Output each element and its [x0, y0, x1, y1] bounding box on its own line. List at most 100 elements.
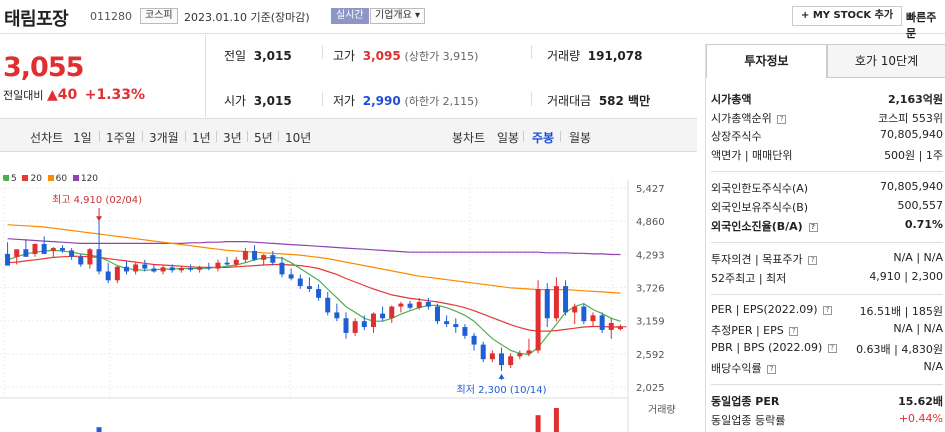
period-5y[interactable]: 5년	[254, 129, 273, 146]
period-3y[interactable]: 3년	[223, 129, 242, 146]
candle-body	[389, 306, 395, 319]
company-info-label: 기업개요	[375, 10, 412, 21]
candle-body	[343, 318, 349, 333]
candle-body	[517, 353, 523, 357]
volume-bar	[96, 427, 102, 432]
price-chart[interactable]: 5,427 4,860 4,293 3,726 3,159 2,592 2,025 거래량 최고…	[0, 180, 697, 432]
stock-code: 011280	[90, 10, 132, 23]
candle-body	[599, 315, 605, 330]
help-icon[interactable]: ?	[777, 114, 787, 124]
candle-body	[553, 286, 559, 319]
candle-body	[425, 301, 431, 307]
row-est-per: 추정PER | EPS ? N/A | N/A	[711, 322, 943, 337]
candle-body	[279, 262, 285, 275]
row-opinion: 투자의견 | 목표주가 ? N/A | N/A	[711, 251, 943, 266]
realtime-button[interactable]: 실시간	[331, 8, 369, 24]
candle-monthly[interactable]: 월봉	[569, 129, 591, 146]
help-icon[interactable]: ?	[767, 364, 777, 374]
market-badge: 코스피	[140, 8, 178, 24]
candle-weekly[interactable]: 주봉	[532, 129, 554, 146]
change-label: 전일대비	[3, 89, 44, 102]
help-icon[interactable]: ?	[808, 222, 818, 232]
period-10y[interactable]: 10년	[285, 129, 311, 146]
row-52week: 52주최고 | 최저 4,910 | 2,300	[711, 270, 943, 285]
y-tick-label: 2,025	[636, 383, 665, 394]
candle-body	[407, 303, 413, 308]
help-icon[interactable]: ?	[827, 343, 837, 353]
candle-body	[14, 249, 20, 257]
candle-daily[interactable]: 일봉	[497, 129, 519, 146]
candle-body	[590, 315, 596, 322]
price-change: 전일대비 ▲40 +1.33%	[3, 87, 145, 103]
candle-body	[316, 289, 322, 298]
y-tick-label: 3,726	[636, 284, 665, 295]
period-1d[interactable]: 1일	[73, 129, 92, 146]
candle-body	[398, 303, 404, 307]
candle-body	[178, 267, 184, 271]
candle-body	[480, 344, 486, 360]
volume-bar	[553, 408, 559, 432]
high-price: 고가 3,095 (상한가 3,915)	[333, 49, 479, 63]
chart-toolbar: 선차트 1일 1주일 3개월 1년 3년 5년 10년 봉차트 일봉 주봉 월봉	[0, 118, 697, 152]
candle-body	[160, 267, 166, 272]
candle-body	[206, 267, 212, 269]
candle-body	[215, 262, 221, 269]
candle-body	[233, 259, 239, 265]
candle-body	[78, 256, 84, 265]
candle-body	[142, 264, 148, 269]
change-percent: +1.33%	[84, 87, 146, 103]
candle-body	[434, 306, 440, 322]
candle-body	[188, 267, 194, 270]
y-tick-label: 4,293	[636, 250, 665, 261]
candle-body	[526, 350, 532, 354]
period-1w[interactable]: 1주일	[106, 129, 136, 146]
candle-body	[608, 322, 614, 330]
candle-body	[462, 327, 468, 336]
row-per: PER | EPS(2022.09) ? 16.51배 | 185원	[711, 303, 943, 318]
open-price: 시가 3,015	[224, 94, 292, 108]
tab-invest-info[interactable]: 투자정보	[706, 44, 827, 78]
tab-orderbook[interactable]: 호가 10단계	[827, 44, 945, 78]
stock-header: 태림포장 011280 코스피 2023.01.10 기준(장마감) 실시간 기…	[0, 0, 945, 40]
change-value: ▲40	[46, 87, 78, 103]
candle-body	[105, 271, 111, 281]
candle-body	[325, 297, 331, 313]
candle-body	[572, 306, 578, 313]
company-info-dropdown[interactable]: 기업개요 ▾	[370, 8, 426, 24]
candle-body	[32, 243, 38, 254]
candle-body	[581, 306, 587, 322]
candle-body	[444, 321, 450, 325]
help-icon[interactable]: ?	[808, 255, 818, 265]
candle-body	[288, 274, 294, 279]
row-pbr: PBR | BPS (2022.09) ? 0.63배 | 4,830원	[711, 341, 943, 356]
volume-bar	[535, 415, 541, 432]
period-3m[interactable]: 3개월	[149, 129, 179, 146]
volume: 거래량 191,078	[547, 49, 643, 63]
candle-body	[453, 324, 459, 328]
help-icon[interactable]: ?	[823, 305, 833, 315]
candle-body	[380, 313, 386, 319]
candle-body	[563, 286, 569, 313]
current-price: 3,055	[3, 52, 84, 83]
volume-axis-label: 거래량	[648, 404, 676, 416]
candle-body	[489, 353, 495, 360]
y-tick-label: 2,592	[636, 350, 665, 361]
candle-body	[508, 356, 514, 366]
chevron-down-icon: ▾	[415, 10, 421, 21]
row-foreign-ratio: 외국인소진율(B/A) ? 0.71%	[711, 218, 943, 233]
candle-body	[69, 250, 75, 257]
candle-body	[535, 289, 541, 351]
candle-body	[242, 250, 248, 260]
candle-body	[471, 335, 477, 345]
help-icon[interactable]: ?	[789, 326, 799, 336]
quote-date: 2023.01.10 기준(장마감)	[184, 11, 310, 24]
trade-amount: 거래대금 582 백만	[547, 94, 651, 108]
candle-body	[370, 313, 376, 328]
quick-order-link[interactable]: 빠른주문	[906, 9, 945, 41]
candle-body	[114, 266, 120, 281]
candle-body	[252, 250, 258, 260]
candle-body	[306, 286, 312, 290]
period-1y[interactable]: 1년	[192, 129, 211, 146]
add-mystock-button[interactable]: + MY STOCK 추가	[792, 6, 903, 26]
company-name: 태림포장	[4, 9, 69, 30]
